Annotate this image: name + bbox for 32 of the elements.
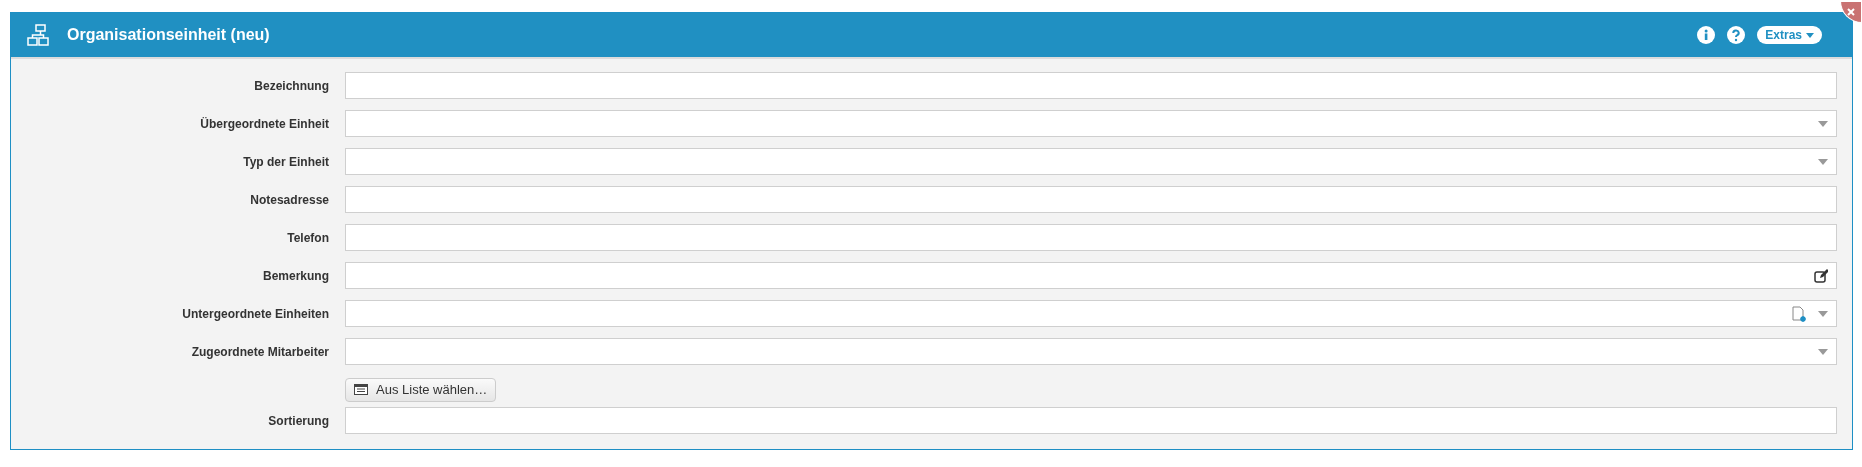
info-icon[interactable] [1697,26,1716,44]
dropdown-caret-icon[interactable] [1818,120,1828,127]
dropdown-field[interactable] [345,338,1837,365]
help-icon[interactable] [1727,26,1746,44]
window-title: Organisationseinheit (neu) [67,25,270,45]
dropdown-field[interactable] [345,300,1837,327]
dropdown-field[interactable] [345,148,1837,175]
field-label: Telefon [286,229,329,247]
dropdown-caret-icon[interactable] [1818,158,1828,165]
text-field[interactable] [345,407,1837,434]
close-icon [1847,8,1855,16]
field-label: Untergeordnete Einheiten [181,305,329,323]
field-label: Typ der Einheit [242,153,329,171]
field-label: Bemerkung [261,267,329,285]
list-icon [354,384,368,395]
dropdown-field[interactable] [345,110,1837,137]
field-label: Übergeordnete Einheit [199,115,329,133]
extras-dropdown-button[interactable]: Extras [1757,26,1822,44]
note-field[interactable] [345,262,1837,289]
choose-from-list-button[interactable]: Aus Liste wählen… [345,377,497,402]
edit-icon[interactable] [1814,268,1828,283]
dropdown-caret-icon[interactable] [1818,310,1828,317]
text-field[interactable] [345,186,1837,213]
field-label: Zugeordnete Mitarbeiter [190,343,329,361]
field-label: Notesadresse [249,191,329,209]
dropdown-caret-icon[interactable] [1818,348,1828,355]
field-label: Bezeichnung [253,77,329,95]
text-field[interactable] [345,224,1837,251]
caret-icon [1806,32,1814,38]
text-field[interactable] [345,72,1837,99]
new-document-icon[interactable] [1792,305,1806,322]
field-label: Sortierung [267,412,329,430]
